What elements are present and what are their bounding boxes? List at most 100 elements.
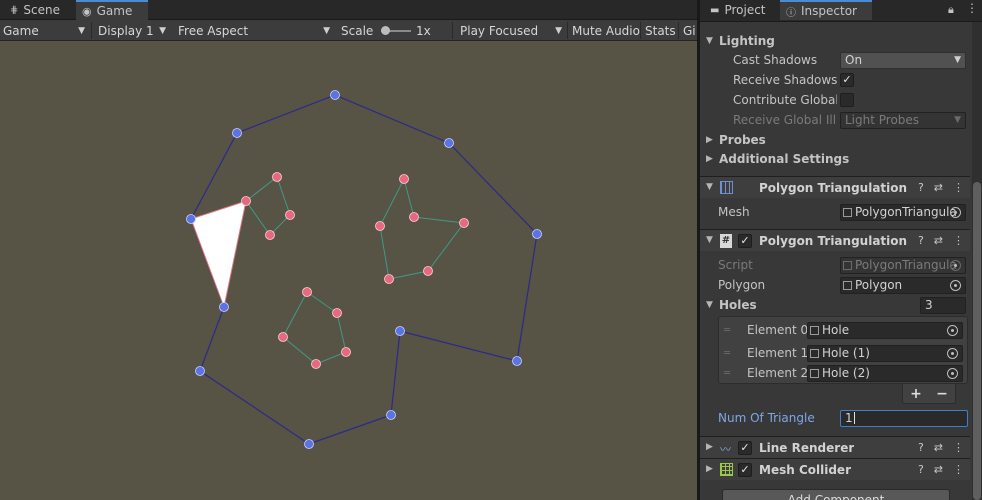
drag-handle-icon[interactable]: ═ [724,368,730,379]
tab-project[interactable]: ▬ Project [704,0,772,20]
scale-slider[interactable] [381,26,411,35]
object-picker-icon[interactable] [947,367,958,379]
component-enabled-checkbox[interactable]: ✓ [738,234,752,248]
drag-handle-icon[interactable]: ═ [724,325,730,336]
holes-list: ═ Element 0 Hole ═ Element 1 Hole (1) ═ … [718,316,968,384]
polygon-value: Polygon [855,278,903,292]
list-add-remove-footer: + − [902,384,956,404]
component-enabled-checkbox[interactable]: ✓ [738,463,752,477]
additional-settings-foldout[interactable]: ▶ Additional Settings [700,149,970,169]
aspect-label: Free Aspect [178,23,249,38]
help-icon[interactable]: ? [918,463,924,476]
tab-inspector[interactable]: ⓘ Inspector [780,0,872,20]
script-component-header[interactable]: ▼ # ✓ Polygon Triangulation Wit ? ⇄ ⋮ [700,229,970,251]
cast-shadows-label: Cast Shadows [733,53,818,67]
preset-icon[interactable]: ⇄ [934,234,943,247]
help-icon[interactable]: ? [918,181,924,194]
display-label: Display 1 [98,23,154,38]
inspector-scrollbar[interactable] [972,22,982,500]
mesh-collider-icon [720,463,733,476]
more-menu-icon[interactable]: ⋮ [966,1,978,15]
foldout-open-icon: ▼ [706,300,713,310]
receive-gi-label: Receive Global Illu [733,113,837,127]
polygon-label: Polygon [718,278,766,292]
foldout-open-icon: ▼ [706,182,713,192]
hole-1-outline [379,177,465,280]
tab-scene[interactable]: ⋕ Scene [4,0,66,20]
receive-shadows-checkbox[interactable]: ✓ [840,73,854,87]
help-icon[interactable]: ? [918,234,924,247]
object-picker-icon[interactable] [947,324,958,336]
tab-label: Project [724,3,766,17]
game-view-dropdown[interactable]: Game ▼ [3,20,89,41]
context-menu-icon[interactable]: ⋮ [953,441,964,454]
help-icon[interactable]: ? [918,441,924,454]
component-enabled-checkbox[interactable]: ✓ [738,441,752,455]
preset-icon[interactable]: ⇄ [934,441,943,454]
holes-foldout[interactable]: ▼ Holes 3 [700,295,970,315]
inspector-tab-bar: ▬ Project ⓘ Inspector 🔒︎ ⋮ [700,0,982,22]
hole-object-field[interactable]: Hole (1) [807,344,963,362]
receive-gi-row: Receive Global Illu Light Probes ▼ [700,110,970,130]
hole-object-field[interactable]: Hole (2) [807,364,963,382]
probes-foldout[interactable]: ▶ Probes [700,130,970,150]
contribute-gi-label: Contribute Global I [733,93,837,107]
info-icon: ⓘ [786,7,796,19]
list-item: ═ Element 2 Hole (2) [719,363,967,383]
play-focused-dropdown[interactable]: Play Focused ▼ [460,20,566,41]
gamepad-icon: ◉ [82,4,92,18]
context-menu-icon[interactable]: ⋮ [953,234,964,247]
polygon-object-field[interactable]: Polygon [840,276,966,294]
mesh-filter-header[interactable]: ▼ Polygon Triangulation Wit ? ⇄ ⋮ [700,176,970,198]
line-renderer-icon: 〰 [720,443,731,456]
mesh-filter-title: Polygon Triangulation Wit [759,180,909,195]
play-focused-label: Play Focused [460,23,539,38]
script-value: PolygonTriangula [855,258,957,272]
add-component-button[interactable]: Add Component [722,489,950,500]
gameobject-icon [810,325,819,335]
num-triangle-label: Num Of Triangle [718,411,815,425]
stats-button[interactable]: Stats [645,20,676,41]
mesh-label: Mesh [718,205,750,219]
object-picker-icon[interactable] [950,279,961,291]
add-element-button[interactable]: + [910,386,922,402]
list-item: ═ Element 1 Hole (1) [719,343,967,363]
dropdown-caret-icon: ▼ [323,25,330,36]
scrollbar-thumb[interactable] [973,182,981,500]
mesh-object-field[interactable]: PolygonTriangula [840,203,966,221]
object-picker-icon[interactable] [950,206,961,218]
holes-size-field[interactable]: 3 [920,296,966,314]
preset-icon[interactable]: ⇄ [934,181,943,194]
preset-icon[interactable]: ⇄ [934,463,943,476]
context-menu-icon[interactable]: ⋮ [953,181,964,194]
hole-object-field[interactable]: Hole [807,321,963,339]
inspector-panel: ▼ Lighting Cast Shadows On ▼ Receive Sha… [700,22,982,500]
mesh-asset-icon [843,207,852,217]
display-dropdown[interactable]: Display 1 ▼ [98,20,170,41]
script-object-field: PolygonTriangula [840,256,966,274]
hole-0-outline [245,176,291,236]
gizmos-button[interactable]: Gi [683,20,696,41]
line-renderer-header[interactable]: ▶ 〰 ✓ Line Renderer ? ⇄ ⋮ [700,436,970,458]
lock-icon[interactable]: 🔒︎ [948,3,954,17]
mute-audio-button[interactable]: Mute Audio [572,20,640,41]
num-triangle-input[interactable]: 1 [840,409,968,427]
game-toolbar: Game ▼ Display 1 ▼ Free Aspect ▼ Scale 1… [0,20,697,41]
script-asset-icon [843,260,852,270]
game-viewport[interactable] [0,41,697,500]
scale-slider-thumb[interactable] [381,26,390,35]
polygon-row: Polygon Polygon [700,275,970,295]
remove-element-button[interactable]: − [936,386,948,402]
drag-handle-icon[interactable]: ═ [724,348,730,359]
element-label: Element 1 [747,346,809,360]
aspect-dropdown[interactable]: Free Aspect ▼ [178,20,334,41]
holes-count: 3 [925,298,933,312]
contribute-gi-checkbox[interactable] [840,93,854,107]
object-picker-icon[interactable] [947,347,958,359]
receive-shadows-label: Receive Shadows [733,73,838,87]
context-menu-icon[interactable]: ⋮ [953,463,964,476]
cast-shadows-dropdown[interactable]: On ▼ [840,51,966,69]
lighting-foldout[interactable]: ▼ Lighting [700,31,970,51]
tab-game[interactable]: ◉ Game [76,0,148,20]
mesh-collider-header[interactable]: ▶ ✓ Mesh Collider ? ⇄ ⋮ [700,458,970,480]
